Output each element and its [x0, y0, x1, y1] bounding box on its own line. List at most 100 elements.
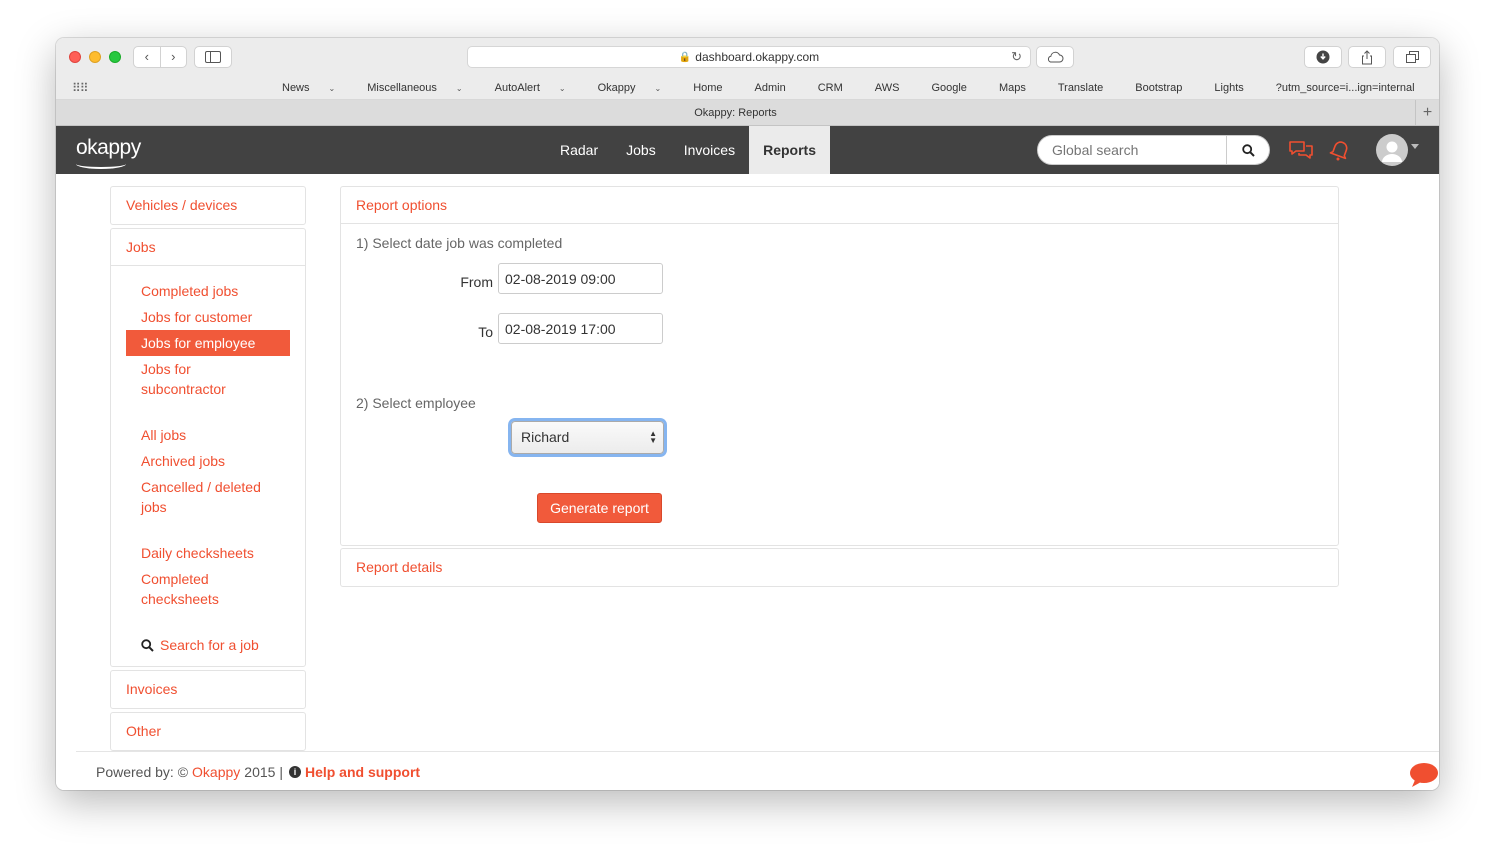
from-label: From [460, 274, 493, 290]
jobs-for-employee-link[interactable]: Jobs for employee [126, 330, 290, 356]
bookmark-item[interactable]: Translate [1058, 82, 1119, 94]
app-navbar: okappy Radar Jobs Invoices Reports [56, 126, 1439, 174]
messages-icon[interactable] [1288, 140, 1314, 160]
bookmark-item[interactable]: AWS [875, 82, 916, 94]
sidebar-panel-vehicles: Vehicles / devices [110, 186, 306, 225]
chevron-down-icon: ⌄ [455, 84, 463, 93]
jobs-for-subcontractor-line1: Jobs for [141, 361, 191, 377]
sidebar-panel-jobs: Jobs Completed jobs Jobs for customer Jo… [110, 228, 306, 667]
tabs-icon [1405, 51, 1419, 63]
cancelled-jobs-line2: jobs [141, 499, 167, 515]
step-date-label: 1) Select date job was completed [356, 235, 563, 251]
completed-jobs-link[interactable]: Completed jobs [126, 278, 290, 304]
tab-overview-button[interactable] [1393, 46, 1431, 68]
bookmark-item[interactable]: News ⌄ [282, 82, 351, 94]
icloud-tabs-button[interactable] [1036, 46, 1074, 68]
user-avatar[interactable] [1376, 134, 1408, 166]
sidebar-other-link[interactable]: Other [111, 713, 305, 750]
bookmark-label: Admin [754, 82, 786, 94]
nav-tab-invoices[interactable]: Invoices [670, 126, 749, 174]
to-label: To [478, 324, 493, 340]
page-content: Vehicles / devices Jobs Completed jobs J… [56, 174, 1439, 790]
bookmark-label: Google [931, 82, 967, 94]
minimize-window-button[interactable] [89, 51, 101, 63]
jobs-for-customer-link[interactable]: Jobs for customer [126, 304, 290, 330]
alerts-icon[interactable] [1328, 139, 1352, 161]
report-options-title[interactable]: Report options [341, 187, 1338, 224]
bookmark-item[interactable]: ?utm_source=i...ign=internal [1276, 82, 1431, 94]
bookmark-label: AWS [874, 82, 900, 94]
to-date-input[interactable] [498, 313, 663, 344]
okappy-logo[interactable]: okappy [76, 136, 141, 160]
footer-brand-link[interactable]: Okappy [192, 764, 240, 780]
bookmark-label: Okappy [597, 82, 636, 94]
completed-checksheets-link[interactable]: Completed checksheets [126, 566, 290, 612]
reload-icon[interactable]: ↻ [1011, 49, 1022, 65]
bookmark-item[interactable]: Maps [999, 82, 1042, 94]
bookmark-item[interactable]: Bootstrap [1135, 82, 1198, 94]
info-icon: i [288, 766, 301, 778]
bookmark-item[interactable]: CRM [818, 82, 859, 94]
bookmark-label: CRM [817, 82, 843, 94]
forward-icon[interactable]: › [161, 47, 187, 67]
user-menu-caret-icon[interactable] [1411, 144, 1419, 149]
main-nav: Radar Jobs Invoices Reports [546, 126, 830, 174]
bookmark-item[interactable]: Admin [755, 82, 802, 94]
bookmark-label: ?utm_source=i...ign=internal [1275, 82, 1415, 94]
sidebar-vehicles-link[interactable]: Vehicles / devices [111, 187, 305, 224]
bookmark-item[interactable]: Home [693, 82, 738, 94]
nav-tab-jobs[interactable]: Jobs [612, 126, 670, 174]
address-url: dashboard.okappy.com [695, 50, 820, 64]
bookmark-item[interactable]: Miscellaneous ⌄ [367, 82, 478, 94]
sidebar-invoices-link[interactable]: Invoices [111, 671, 305, 708]
employee-select[interactable]: Richard ▲ ▼ [511, 421, 664, 454]
all-jobs-link[interactable]: All jobs [126, 422, 290, 448]
share-button[interactable] [1348, 46, 1386, 68]
archived-jobs-link[interactable]: Archived jobs [126, 448, 290, 474]
bookmark-label: News [282, 82, 310, 94]
nav-tab-radar[interactable]: Radar [546, 126, 612, 174]
apps-grid-icon[interactable]: ⠿⠿ [72, 81, 89, 95]
footer-powered-by: Powered by: © [96, 764, 189, 780]
new-tab-button[interactable]: + [1415, 100, 1439, 126]
downloads-button[interactable] [1304, 46, 1342, 68]
bookmark-item[interactable]: Google [931, 82, 982, 94]
bookmark-item[interactable]: Lights [1214, 82, 1259, 94]
bookmark-label: Home [693, 82, 723, 94]
global-search-input[interactable] [1037, 135, 1227, 165]
global-search-button[interactable] [1227, 135, 1270, 165]
address-bar[interactable]: 🔒 dashboard.okappy.com ↻ [467, 46, 1031, 68]
bookmark-label: AutoAlert [494, 82, 540, 94]
sidebar-toggle-button[interactable] [194, 46, 232, 68]
jobs-report-list: Completed jobs Jobs for customer Jobs fo… [111, 266, 305, 666]
active-tab[interactable]: Okappy: Reports [56, 100, 1415, 126]
close-window-button[interactable] [69, 51, 81, 63]
page-footer: Powered by: © Okappy 2015 | i Help and s… [76, 751, 1439, 790]
sidebar-jobs-link[interactable]: Jobs [111, 229, 305, 266]
generate-report-button[interactable]: Generate report [537, 493, 662, 523]
jobs-for-subcontractor-link[interactable]: Jobs for subcontractor [126, 356, 290, 402]
search-for-job-label: Search for a job [160, 637, 259, 653]
logo-smile-mark [76, 159, 126, 169]
cancelled-jobs-link[interactable]: Cancelled / deleted jobs [126, 474, 290, 520]
step-employee-label: 2) Select employee [356, 395, 476, 411]
bookmark-item[interactable]: Okappy ⌄ [598, 82, 678, 94]
daily-checksheets-link[interactable]: Daily checksheets [126, 540, 290, 566]
help-support-link[interactable]: Help and support [305, 764, 420, 780]
search-for-job-link[interactable]: Search for a job [126, 632, 290, 658]
back-icon[interactable]: ‹ [134, 47, 161, 67]
bookmarks-bar: ⠿⠿ News ⌄ Miscellaneous ⌄ AutoAlert ⌄ Okappy ⌄ H… [56, 76, 1439, 100]
tab-bar: Okappy: Reports + [56, 100, 1439, 126]
bookmark-label: Bootstrap [1135, 82, 1183, 94]
bookmark-item[interactable]: AutoAlert ⌄ [495, 82, 582, 94]
zoom-window-button[interactable] [109, 51, 121, 63]
nav-tab-reports[interactable]: Reports [749, 126, 830, 174]
from-date-input[interactable] [498, 263, 663, 294]
bookmark-label: Translate [1057, 82, 1104, 94]
footer-year: 2015 | [244, 764, 283, 780]
completed-checksheets-line1: Completed [141, 571, 209, 587]
live-chat-icon[interactable] [1409, 762, 1439, 788]
chevron-down-icon: ⌄ [654, 84, 662, 93]
report-details-title[interactable]: Report details [341, 549, 1338, 586]
